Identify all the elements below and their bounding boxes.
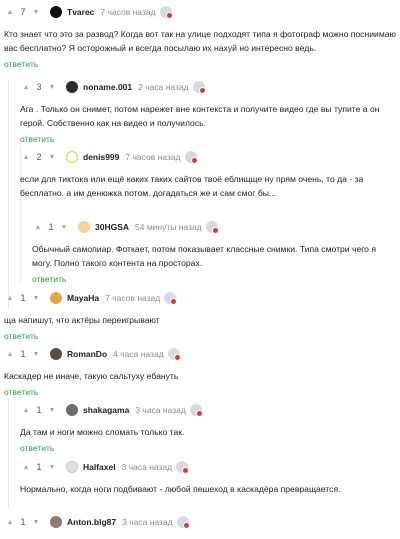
reply-link[interactable]: ответить — [4, 59, 396, 69]
comment-time: 7 часов назад — [125, 152, 181, 162]
vote-control: ▲ 1 ▼ — [4, 349, 42, 359]
user-badge-icon — [164, 292, 178, 305]
downvote-icon[interactable]: ▼ — [46, 407, 58, 414]
reply-link[interactable]: ответить — [32, 274, 396, 284]
vote-control: ▲ 2 ▼ — [20, 152, 58, 162]
downvote-icon[interactable]: ▼ — [30, 295, 42, 302]
avatar[interactable] — [66, 461, 78, 473]
comment-author[interactable]: shakagama — [83, 405, 129, 415]
comment-time: 3 часа назад — [122, 517, 173, 527]
comment-author[interactable]: RomanDo — [67, 349, 107, 359]
user-badge-icon — [167, 348, 181, 361]
comment-time: 4 часа назад — [113, 349, 164, 359]
comment-text: Да там и ноги можно сломать только так. — [20, 427, 185, 437]
vote-control: ▲ 1 ▼ — [4, 517, 42, 527]
reply-link[interactable]: ответить — [20, 443, 396, 453]
upvote-icon[interactable]: ▲ — [4, 519, 16, 526]
comment-author[interactable]: denis999 — [83, 152, 119, 162]
comment-score: 2 — [36, 152, 42, 162]
upvote-icon[interactable]: ▲ — [4, 9, 16, 16]
comment-score: 3 — [36, 82, 42, 92]
comment-score: 1 — [20, 293, 26, 303]
vote-control: ▲ 1 ▼ — [20, 462, 58, 472]
comment: ▲ 1 ▼ 30HGSA 54 минуты назад Обычный сам… — [32, 219, 396, 284]
comment-author[interactable]: MayaHa — [67, 293, 99, 303]
comment-text: Ага . Только он снимет, потом нарежет вн… — [20, 104, 380, 128]
comment: ▲ 7 ▼ Tvarec 7 часов назад Кто знает что… — [4, 4, 396, 69]
comment-text: Кто знает что это за развод? Когда вот т… — [4, 29, 396, 53]
comment-text: Каскадер не иначе, такую сальтуху ебанут… — [4, 371, 179, 381]
avatar[interactable] — [50, 292, 62, 304]
user-badge-icon — [205, 221, 219, 234]
comment-time: 54 минуты назад — [135, 222, 202, 232]
vote-control: ▲ 1 ▼ — [20, 405, 58, 415]
comment: ▲ 1 ▼ shakagama 3 часа назад Да там и но… — [20, 402, 396, 453]
vote-control: ▲ 1 ▼ — [32, 222, 70, 232]
upvote-icon[interactable]: ▲ — [20, 84, 32, 91]
comment-time: 7 часов назад — [105, 293, 161, 303]
user-badge-icon — [176, 461, 190, 474]
comment-text: Нормально, когда ноги подбивают - любой … — [20, 484, 341, 494]
vote-control: ▲ 7 ▼ — [4, 7, 42, 17]
avatar[interactable] — [78, 221, 90, 233]
thread-line — [8, 79, 9, 309]
avatar[interactable] — [66, 404, 78, 416]
comment-time: 3 часа назад — [135, 405, 186, 415]
comment-author[interactable]: 30HGSA — [95, 222, 129, 232]
upvote-icon[interactable]: ▲ — [20, 464, 32, 471]
downvote-icon[interactable]: ▼ — [46, 154, 58, 161]
user-badge-icon — [176, 516, 190, 529]
user-badge-icon — [189, 404, 203, 417]
reply-link[interactable]: ответить — [4, 387, 396, 397]
avatar[interactable] — [50, 6, 62, 18]
comment-author[interactable]: Halfaxel — [83, 462, 116, 472]
avatar[interactable] — [50, 348, 62, 360]
comment-author[interactable]: Tvarec — [67, 7, 94, 17]
comment-thread: ▲ 7 ▼ Tvarec 7 часов назад Кто знает что… — [0, 0, 400, 539]
downvote-icon[interactable]: ▼ — [46, 464, 58, 471]
upvote-icon[interactable]: ▲ — [4, 351, 16, 358]
comment: ▲ 1 ▼ Halfaxel 3 часа назад Нормально, к… — [20, 459, 396, 496]
downvote-icon[interactable]: ▼ — [30, 519, 42, 526]
downvote-icon[interactable]: ▼ — [30, 9, 42, 16]
downvote-icon[interactable]: ▼ — [30, 351, 42, 358]
vote-control: ▲ 3 ▼ — [20, 82, 58, 92]
comment-score: 7 — [20, 7, 26, 17]
user-badge-icon — [184, 151, 198, 164]
downvote-icon[interactable]: ▼ — [46, 84, 58, 91]
comment-author[interactable]: Anton.blg87 — [67, 517, 116, 527]
reply-link[interactable]: ответить — [4, 331, 396, 341]
comment-score: 1 — [36, 462, 42, 472]
thread-line — [8, 398, 9, 508]
upvote-icon[interactable]: ▲ — [20, 407, 32, 414]
comment-score: 1 — [20, 349, 26, 359]
comment-score: 1 — [48, 222, 54, 232]
comment: ▲ 2 ▼ denis999 7 часов назад если для ти… — [20, 149, 396, 200]
comment: ▲ 1 ▼ MayaHa 7 часов назад ща напишут, ч… — [4, 290, 396, 341]
upvote-icon[interactable]: ▲ — [32, 224, 44, 231]
comment: ▲ 1 ▼ RomanDo 4 часа назад Каскадер не и… — [4, 346, 396, 397]
comment-score: 1 — [36, 405, 42, 415]
vote-control: ▲ 1 ▼ — [4, 293, 42, 303]
avatar[interactable] — [50, 516, 62, 528]
user-badge-icon — [192, 81, 206, 94]
downvote-icon[interactable]: ▼ — [58, 224, 70, 231]
comment-text: если для тиктока или ещё каких таких сай… — [20, 174, 364, 198]
upvote-icon[interactable]: ▲ — [4, 295, 16, 302]
comment-time: 7 часов назад — [100, 7, 156, 17]
reply-link[interactable]: ответить — [20, 134, 396, 144]
comment-score: 1 — [20, 517, 26, 527]
comment: ▲ 3 ▼ noname.001 2 часа назад Ага . Толь… — [20, 79, 396, 144]
comment-text: ща напишут, что актёры переигрывают — [4, 315, 160, 325]
avatar[interactable] — [66, 81, 78, 93]
user-badge-icon — [159, 6, 173, 19]
avatar[interactable] — [66, 151, 78, 163]
upvote-icon[interactable]: ▲ — [20, 154, 32, 161]
comment-time: 3 часа назад — [121, 462, 173, 472]
comment-text: Обычный самопиар. Фоткает, потом показыв… — [32, 244, 377, 268]
comment-time: 2 часа назад — [138, 82, 189, 92]
comment-author[interactable]: noname.001 — [83, 82, 132, 92]
comment: ▲ 1 ▼ Anton.blg87 3 часа назад — [4, 514, 396, 530]
